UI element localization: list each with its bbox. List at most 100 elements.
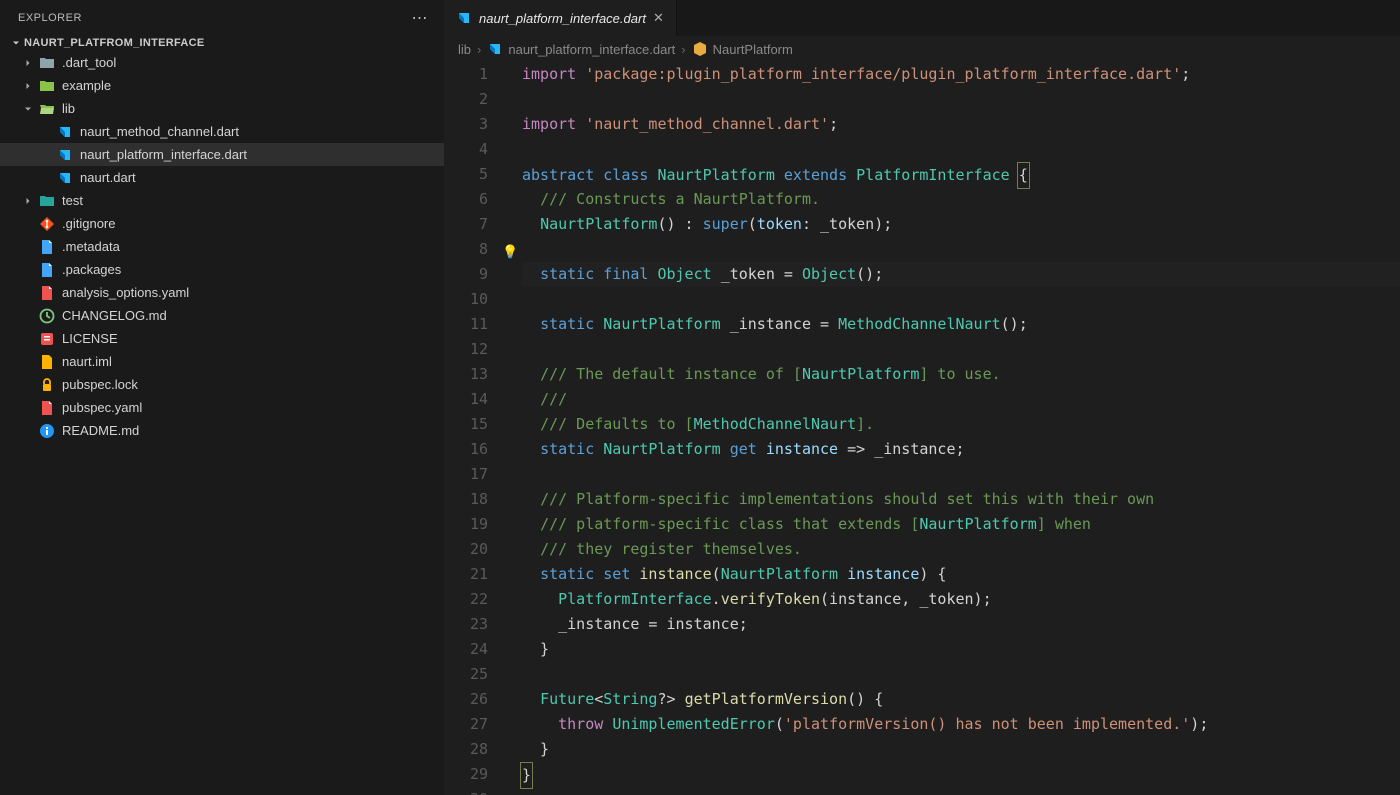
file-item[interactable]: README.md xyxy=(0,419,444,442)
dart-icon xyxy=(487,41,503,57)
code-line[interactable]: _instance = instance; xyxy=(522,612,1400,637)
lightbulb-icon[interactable]: 💡 xyxy=(502,240,518,265)
file-item[interactable]: .metadata xyxy=(0,235,444,258)
tab-bar: naurt_platform_interface.dart ✕ xyxy=(444,0,1400,36)
code-line[interactable]: import 'package:plugin_platform_interfac… xyxy=(522,62,1400,87)
folder-item[interactable]: example xyxy=(0,74,444,97)
code-line[interactable]: throw UnimplementedError('platformVersio… xyxy=(522,712,1400,737)
code-line[interactable]: } xyxy=(522,637,1400,662)
code-line[interactable]: Future<String?> getPlatformVersion() { xyxy=(522,687,1400,712)
code-line[interactable] xyxy=(522,462,1400,487)
file-item[interactable]: CHANGELOG.md xyxy=(0,304,444,327)
explorer-title: EXPLORER xyxy=(18,12,82,24)
chevron-down-icon xyxy=(8,37,24,49)
folder-icon xyxy=(38,55,56,71)
file-item[interactable]: naurt.iml xyxy=(0,350,444,373)
explorer-more-icon[interactable]: ⋯ xyxy=(412,8,429,28)
code-line[interactable] xyxy=(522,337,1400,362)
code-line[interactable]: static set instance(NaurtPlatform instan… xyxy=(522,562,1400,587)
lock-icon xyxy=(38,377,56,393)
close-icon[interactable]: ✕ xyxy=(653,10,664,26)
code-line[interactable]: NaurtPlatform() : super(token: _token); xyxy=(522,212,1400,237)
code-line[interactable] xyxy=(522,87,1400,112)
folder-green-open-icon xyxy=(38,101,56,117)
line-number: 9 xyxy=(444,262,488,287)
line-number: 20 xyxy=(444,537,488,562)
tab-title: naurt_platform_interface.dart xyxy=(479,11,646,26)
file-item[interactable]: .packages xyxy=(0,258,444,281)
code-line[interactable] xyxy=(522,662,1400,687)
code-line[interactable] xyxy=(522,137,1400,162)
line-number: 21 xyxy=(444,562,488,587)
line-number: 12 xyxy=(444,337,488,362)
code-line[interactable] xyxy=(522,237,1400,262)
code-line[interactable]: abstract class NaurtPlatform extends Pla… xyxy=(522,162,1400,187)
folder-item[interactable]: lib xyxy=(0,97,444,120)
line-number: 15 xyxy=(444,412,488,437)
line-number: 28 xyxy=(444,737,488,762)
line-number: 7 xyxy=(444,212,488,237)
tree-item-label: naurt.dart xyxy=(80,170,136,185)
breadcrumb-item[interactable]: naurt_platform_interface.dart xyxy=(487,41,675,57)
code-area[interactable]: 1234567891011121314151617181920212223242… xyxy=(444,62,1400,795)
tree-item-label: naurt.iml xyxy=(62,354,112,369)
editor-tab[interactable]: naurt_platform_interface.dart ✕ xyxy=(444,0,677,36)
dart-icon xyxy=(56,170,74,186)
file-item[interactable]: naurt_platform_interface.dart xyxy=(0,143,444,166)
code-line[interactable]: } xyxy=(522,762,1400,787)
code-line[interactable]: static final Object _token = Object(); xyxy=(522,262,1400,287)
file-item[interactable]: naurt.dart xyxy=(0,166,444,189)
breadcrumb-item[interactable]: lib xyxy=(458,42,471,57)
code-line[interactable]: /// platform-specific class that extends… xyxy=(522,512,1400,537)
code-line[interactable]: PlatformInterface.verifyToken(instance, … xyxy=(522,587,1400,612)
code-content[interactable]: import 'package:plugin_platform_interfac… xyxy=(522,62,1400,795)
code-line[interactable]: import 'naurt_method_channel.dart'; xyxy=(522,112,1400,137)
line-number: 6 xyxy=(444,187,488,212)
chevron-right-icon xyxy=(22,57,36,69)
tree-item-label: CHANGELOG.md xyxy=(62,308,167,323)
line-number: 26 xyxy=(444,687,488,712)
code-line[interactable]: static NaurtPlatform _instance = MethodC… xyxy=(522,312,1400,337)
line-number: 27 xyxy=(444,712,488,737)
code-line[interactable]: } xyxy=(522,737,1400,762)
doc-icon xyxy=(38,262,56,278)
line-number: 11 xyxy=(444,312,488,337)
dart-icon xyxy=(56,147,74,163)
folder-green-icon xyxy=(38,78,56,94)
project-header[interactable]: NAURT_PLATFROM_INTERFACE xyxy=(0,35,444,51)
folder-item[interactable]: .dart_tool xyxy=(0,51,444,74)
file-item[interactable]: pubspec.lock xyxy=(0,373,444,396)
code-line[interactable]: /// Platform-specific implementations sh… xyxy=(522,487,1400,512)
changelog-icon xyxy=(38,308,56,324)
tree-item-label: LICENSE xyxy=(62,331,118,346)
file-item[interactable]: analysis_options.yaml xyxy=(0,281,444,304)
tree-item-label: README.md xyxy=(62,423,139,438)
code-line[interactable]: /// Defaults to [MethodChannelNaurt]. xyxy=(522,412,1400,437)
file-item[interactable]: pubspec.yaml xyxy=(0,396,444,419)
tree-item-label: naurt_platform_interface.dart xyxy=(80,147,247,162)
code-line[interactable] xyxy=(522,787,1400,795)
glyph-margin: 💡 xyxy=(506,62,522,795)
tree-item-label: pubspec.yaml xyxy=(62,400,142,415)
code-line[interactable]: /// Constructs a NaurtPlatform. xyxy=(522,187,1400,212)
line-number: 13 xyxy=(444,362,488,387)
breadcrumb-item[interactable]: NaurtPlatform xyxy=(692,41,793,57)
breadcrumb: lib›naurt_platform_interface.dart›NaurtP… xyxy=(444,36,1400,62)
file-item[interactable]: .gitignore xyxy=(0,212,444,235)
tree-item-label: .gitignore xyxy=(62,216,115,231)
breadcrumb-label: NaurtPlatform xyxy=(713,42,793,57)
folder-item[interactable]: test xyxy=(0,189,444,212)
tree-item-label: example xyxy=(62,78,111,93)
code-line[interactable]: static NaurtPlatform get instance => _in… xyxy=(522,437,1400,462)
line-number: 30 xyxy=(444,787,488,795)
file-item[interactable]: naurt_method_channel.dart xyxy=(0,120,444,143)
code-line[interactable]: /// xyxy=(522,387,1400,412)
tree-item-label: lib xyxy=(62,101,75,116)
line-number: 5 xyxy=(444,162,488,187)
line-number: 3 xyxy=(444,112,488,137)
code-line[interactable]: /// The default instance of [NaurtPlatfo… xyxy=(522,362,1400,387)
tree-item-label: .dart_tool xyxy=(62,55,116,70)
code-line[interactable]: /// they register themselves. xyxy=(522,537,1400,562)
code-line[interactable] xyxy=(522,287,1400,312)
file-item[interactable]: LICENSE xyxy=(0,327,444,350)
